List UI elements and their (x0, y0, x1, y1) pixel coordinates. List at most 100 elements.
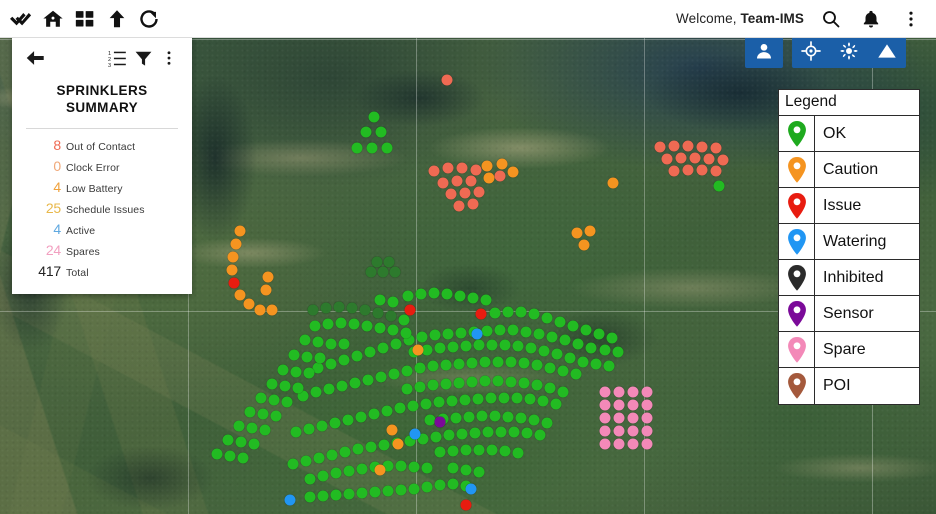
map-marker-dot[interactable] (460, 464, 472, 476)
grid-icon[interactable] (70, 4, 100, 34)
map-marker-dot[interactable] (277, 364, 289, 376)
map-marker-dot[interactable] (578, 239, 590, 251)
map-marker-dot[interactable] (394, 402, 406, 414)
map-marker-dot[interactable] (475, 308, 487, 320)
map-marker-dot[interactable] (339, 446, 351, 458)
map-marker-dot[interactable] (541, 417, 553, 429)
summary-stat-row[interactable]: 4 Active (24, 221, 180, 237)
map-marker-dot[interactable] (446, 395, 458, 407)
bell-icon[interactable] (856, 4, 886, 34)
map-marker-dot[interactable] (599, 399, 611, 411)
map-marker-dot[interactable] (421, 481, 433, 493)
map-marker-dot[interactable] (300, 455, 312, 467)
map-marker-dot[interactable] (571, 227, 583, 239)
map-marker-dot[interactable] (538, 345, 550, 357)
map-marker-dot[interactable] (235, 436, 247, 448)
map-marker-dot[interactable] (427, 379, 439, 391)
legend-row[interactable]: Spare (779, 332, 919, 368)
map-marker-dot[interactable] (465, 175, 477, 187)
kebab-menu-icon[interactable] (156, 45, 182, 71)
map-marker-dot[interactable] (551, 348, 563, 360)
map-marker-dot[interactable] (316, 420, 328, 432)
map-marker-dot[interactable] (479, 375, 491, 387)
map-marker-dot[interactable] (301, 351, 313, 363)
home-icon[interactable] (38, 4, 68, 34)
map-marker-dot[interactable] (525, 342, 537, 354)
map-marker-dot[interactable] (456, 162, 468, 174)
map-marker-dot[interactable] (270, 410, 282, 422)
map-marker-dot[interactable] (325, 358, 337, 370)
map-marker-dot[interactable] (489, 410, 501, 422)
map-marker-dot[interactable] (375, 371, 387, 383)
map-marker-dot[interactable] (479, 356, 491, 368)
legend-row[interactable]: Sensor (779, 296, 919, 332)
map-marker-dot[interactable] (386, 424, 398, 436)
map-marker-dot[interactable] (325, 338, 337, 350)
map-marker-dot[interactable] (544, 362, 556, 374)
map-marker-dot[interactable] (304, 491, 316, 503)
map-marker-dot[interactable] (259, 424, 271, 436)
map-marker-dot[interactable] (613, 438, 625, 450)
map-marker-dot[interactable] (512, 340, 524, 352)
map-marker-dot[interactable] (368, 408, 380, 420)
map-marker-dot[interactable] (465, 483, 477, 495)
filter-funnel-icon[interactable] (130, 45, 156, 71)
map-marker-dot[interactable] (473, 466, 485, 478)
map-marker-dot[interactable] (498, 392, 510, 404)
map-marker-dot[interactable] (612, 346, 624, 358)
map-marker-dot[interactable] (290, 426, 302, 438)
map-marker-dot[interactable] (557, 386, 569, 398)
map-marker-dot[interactable] (460, 444, 472, 456)
map-marker-dot[interactable] (450, 412, 462, 424)
map-marker-dot[interactable] (377, 266, 389, 278)
map-marker-dot[interactable] (222, 434, 234, 446)
map-marker-dot[interactable] (661, 153, 673, 165)
map-marker-dot[interactable] (584, 225, 596, 237)
map-marker-dot[interactable] (463, 411, 475, 423)
map-marker-dot[interactable] (248, 438, 260, 450)
map-marker-dot[interactable] (336, 380, 348, 392)
map-marker-dot[interactable] (374, 294, 386, 306)
map-marker-dot[interactable] (455, 327, 467, 339)
map-marker-dot[interactable] (303, 367, 315, 379)
map-marker-dot[interactable] (329, 417, 341, 429)
search-icon[interactable] (816, 4, 846, 34)
map-marker-dot[interactable] (437, 177, 449, 189)
map-marker-dot[interactable] (404, 304, 416, 316)
map-marker-dot[interactable] (554, 316, 566, 328)
map-marker-dot[interactable] (284, 494, 296, 506)
map-marker-dot[interactable] (682, 140, 694, 152)
map-marker-dot[interactable] (307, 304, 319, 316)
map-marker-dot[interactable] (459, 187, 471, 199)
map-marker-dot[interactable] (440, 378, 452, 390)
map-marker-dot[interactable] (590, 358, 602, 370)
map-marker-dot[interactable] (696, 164, 708, 176)
map-marker-dot[interactable] (599, 425, 611, 437)
map-marker-dot[interactable] (351, 142, 363, 154)
map-marker-dot[interactable] (577, 356, 589, 368)
map-marker-dot[interactable] (402, 290, 414, 302)
legend-row[interactable]: OK (779, 116, 919, 152)
map-marker-dot[interactable] (434, 416, 446, 428)
map-marker-dot[interactable] (531, 379, 543, 391)
map-marker-dot[interactable] (211, 448, 223, 460)
map-marker-dot[interactable] (320, 302, 332, 314)
map-marker-dot[interactable] (408, 483, 420, 495)
map-marker-dot[interactable] (515, 306, 527, 318)
map-marker-dot[interactable] (447, 478, 459, 490)
map-marker-dot[interactable] (482, 426, 494, 438)
sprinkler-icon[interactable] (830, 34, 868, 68)
upload-arrow-icon[interactable] (102, 4, 132, 34)
map-marker-dot[interactable] (682, 164, 694, 176)
map-marker-dot[interactable] (486, 444, 498, 456)
summary-stat-row[interactable]: 25 Schedule Issues (24, 200, 180, 216)
map-marker-dot[interactable] (313, 452, 325, 464)
map-marker-dot[interactable] (317, 490, 329, 502)
map-marker-dot[interactable] (364, 346, 376, 358)
map-marker-dot[interactable] (511, 392, 523, 404)
map-marker-dot[interactable] (398, 314, 410, 326)
map-marker-dot[interactable] (287, 458, 299, 470)
map-marker-dot[interactable] (365, 441, 377, 453)
map-marker-dot[interactable] (447, 341, 459, 353)
map-marker-dot[interactable] (528, 308, 540, 320)
